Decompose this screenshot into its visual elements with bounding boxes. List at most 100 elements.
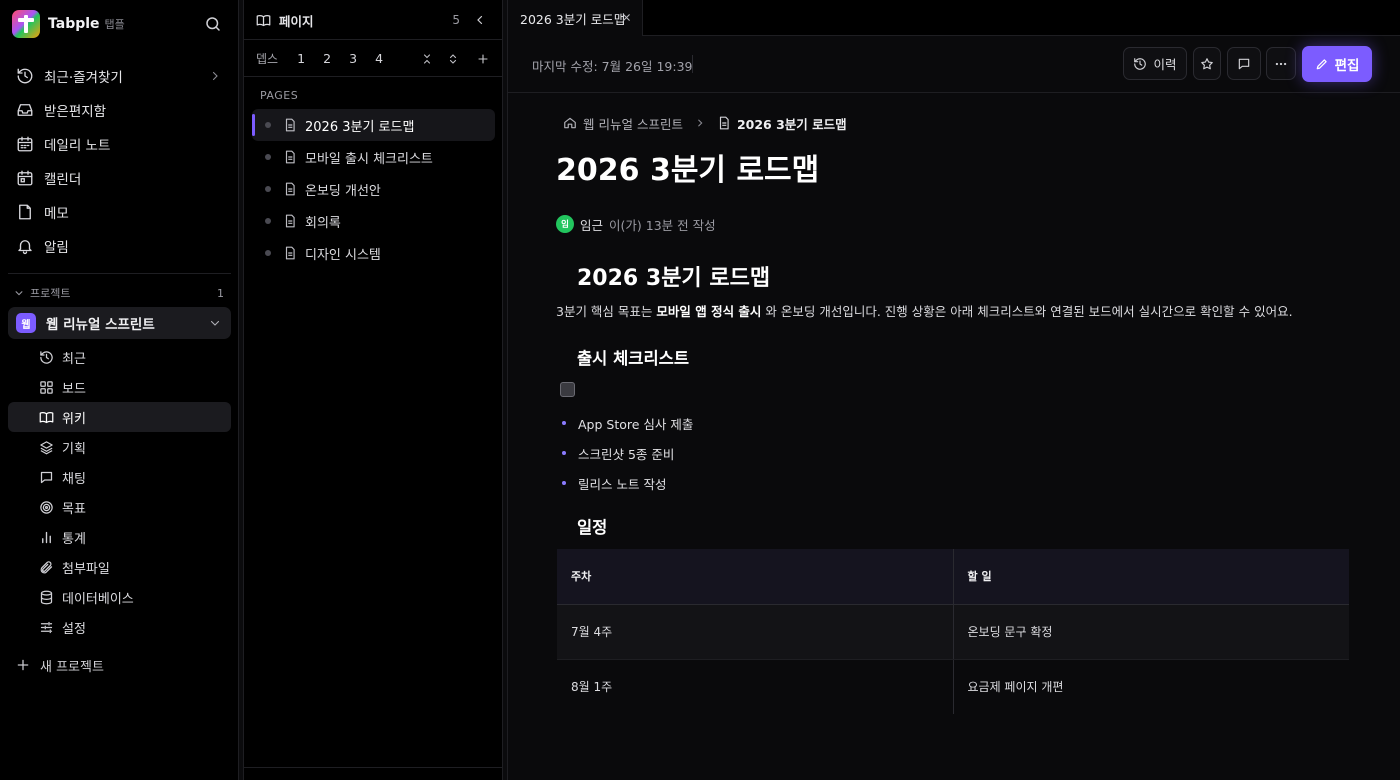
expand-all-icon[interactable] [447, 53, 459, 65]
note-icon [16, 203, 34, 221]
page-item[interactable]: 회의록 [252, 205, 495, 237]
tab-document[interactable]: 2026 3분기 로드맵 [508, 0, 643, 36]
projects-header[interactable]: 프로젝트 1 [14, 285, 226, 301]
nav-item-label: 최근·즐겨찾기 [44, 70, 123, 86]
nav-item-recent-favorites[interactable]: 최근·즐겨찾기 [8, 59, 231, 93]
chevron-right-icon [695, 118, 705, 128]
subnav-item-database[interactable]: 데이터베이스 [8, 582, 231, 612]
nav-item-daily-note[interactable]: 데일리 노트 [8, 127, 231, 161]
project-name: 웹 리뉴얼 스프린트 [46, 317, 155, 333]
last-modified: 마지막 수정: 7월 26일 19:39 [532, 59, 693, 74]
nav-item-notifications[interactable]: 알림 [8, 229, 231, 263]
chevron-down-icon [14, 288, 24, 298]
main-nav: 최근·즐겨찾기 받은편지함 데일리 노트 캘린더 메모 알림 [8, 59, 231, 263]
subnav-item-attachments[interactable]: 첨부파일 [8, 552, 231, 582]
home-icon [563, 116, 577, 130]
tab-bar: 2026 3분기 로드맵 [508, 0, 1400, 36]
calendar-check-icon [16, 169, 34, 187]
subnav-item-planning[interactable]: 기획 [8, 432, 231, 462]
nav-item-label: 알림 [44, 240, 69, 256]
pages-panel-title: 페이지 [279, 13, 314, 29]
inbox-icon [16, 101, 34, 119]
favorite-button[interactable] [1193, 47, 1221, 80]
document-icon [717, 116, 731, 130]
depth-4-button[interactable]: 4 [366, 51, 392, 66]
depth-3-button[interactable]: 3 [340, 51, 366, 66]
list-item: 릴리스 노트 작성 [562, 468, 693, 498]
page-item-label: 2026 3분기 로드맵 [305, 119, 415, 135]
pencil-icon [1315, 57, 1329, 71]
edit-button[interactable]: 편집 [1302, 46, 1372, 82]
page-bullet [265, 122, 271, 128]
paragraph-text: 3분기 핵심 목표는 [556, 304, 657, 319]
document-icon [283, 246, 297, 260]
page-bullet [265, 154, 271, 160]
subnav-item-wiki[interactable]: 위키 [8, 402, 231, 432]
chevron-left-icon[interactable] [474, 14, 486, 26]
subnav-item-label: 통계 [62, 531, 86, 547]
list-item-text: App Store 심사 제출 [578, 416, 694, 432]
subnav-item-recent[interactable]: 최근 [8, 342, 231, 372]
close-icon[interactable] [621, 12, 632, 23]
author-name: 임근 [580, 217, 604, 233]
page-item-label: 온보딩 개선안 [305, 183, 381, 199]
bullet-dot [562, 481, 566, 485]
nav-item-label: 데일리 노트 [44, 138, 111, 154]
add-page-icon[interactable] [477, 53, 489, 65]
pages-panel-header: 페이지 5 [256, 11, 492, 29]
book-icon [39, 410, 54, 425]
table-cell: 7월 4주 [557, 604, 954, 660]
pages-toolbar: 뎁스 1 2 3 4 [244, 39, 503, 77]
project-current[interactable]: 웹 웹 리뉴얼 스프린트 [8, 307, 231, 339]
calendar-icon [16, 135, 34, 153]
search-icon[interactable] [204, 15, 222, 33]
projects-count: 1 [217, 287, 224, 300]
pages-section-label: PAGES [260, 89, 299, 102]
depth-1-button[interactable]: 1 [288, 51, 314, 66]
page-item[interactable]: 2026 3분기 로드맵 [252, 109, 495, 141]
collapse-all-icon[interactable] [421, 53, 433, 65]
more-button[interactable] [1266, 47, 1296, 80]
new-project-button[interactable]: 새 프로젝트 [16, 655, 104, 675]
nav-item-memo[interactable]: 메모 [8, 195, 231, 229]
table-header-row: 주차 할 일 [557, 549, 1349, 605]
nav-item-inbox[interactable]: 받은편지함 [8, 93, 231, 127]
subnav-item-label: 보드 [62, 381, 86, 397]
page-item-label: 모바일 출시 체크리스트 [305, 151, 433, 167]
nav-item-calendar[interactable]: 캘린더 [8, 161, 231, 195]
subnav-item-board[interactable]: 보드 [8, 372, 231, 402]
breadcrumb-project[interactable]: 웹 리뉴얼 스프린트 [583, 114, 683, 133]
subnav-item-stats[interactable]: 통계 [8, 522, 231, 552]
nav-item-label: 캘린더 [44, 172, 82, 188]
document-toolbar: 마지막 수정: 7월 26일 19:39 이력 편집 [508, 36, 1400, 93]
depth-2-button[interactable]: 2 [314, 51, 340, 66]
subnav-item-goals[interactable]: 목표 [8, 492, 231, 522]
list-item-text: 스크린샷 5종 준비 [578, 446, 675, 462]
page-bullet [265, 186, 271, 192]
checklist-checkbox[interactable] [560, 382, 575, 397]
page-bullet [265, 218, 271, 224]
project-avatar: 웹 [16, 313, 36, 333]
database-icon [39, 590, 54, 605]
document-icon [283, 118, 297, 132]
star-icon [1200, 57, 1214, 71]
book-icon [256, 13, 271, 28]
sidebar: Tabple 탭플 최근·즐겨찾기 받은편지함 데일리 노트 캘린더 메모 알림… [0, 0, 239, 780]
page-item[interactable]: 모바일 출시 체크리스트 [252, 141, 495, 173]
layers-icon [39, 440, 54, 455]
new-project-label: 새 프로젝트 [40, 659, 104, 675]
chevron-down-icon [209, 317, 221, 329]
target-icon [39, 500, 54, 515]
page-item[interactable]: 디자인 시스템 [252, 237, 495, 269]
subnav-item-settings[interactable]: 설정 [8, 612, 231, 642]
history-button[interactable]: 이력 [1123, 47, 1187, 80]
tab-label: 2026 3분기 로드맵 [520, 11, 626, 27]
subnav-item-label: 위키 [62, 411, 86, 427]
author-meta: 이(가) 13분 전 작성 [609, 217, 716, 233]
bell-icon [16, 237, 34, 255]
brand[interactable]: Tabple 탭플 [12, 10, 125, 38]
table-cell: 온보딩 문구 확정 [953, 604, 1349, 660]
subnav-item-chat[interactable]: 채팅 [8, 462, 231, 492]
comment-button[interactable] [1227, 47, 1261, 80]
page-item[interactable]: 온보딩 개선안 [252, 173, 495, 205]
